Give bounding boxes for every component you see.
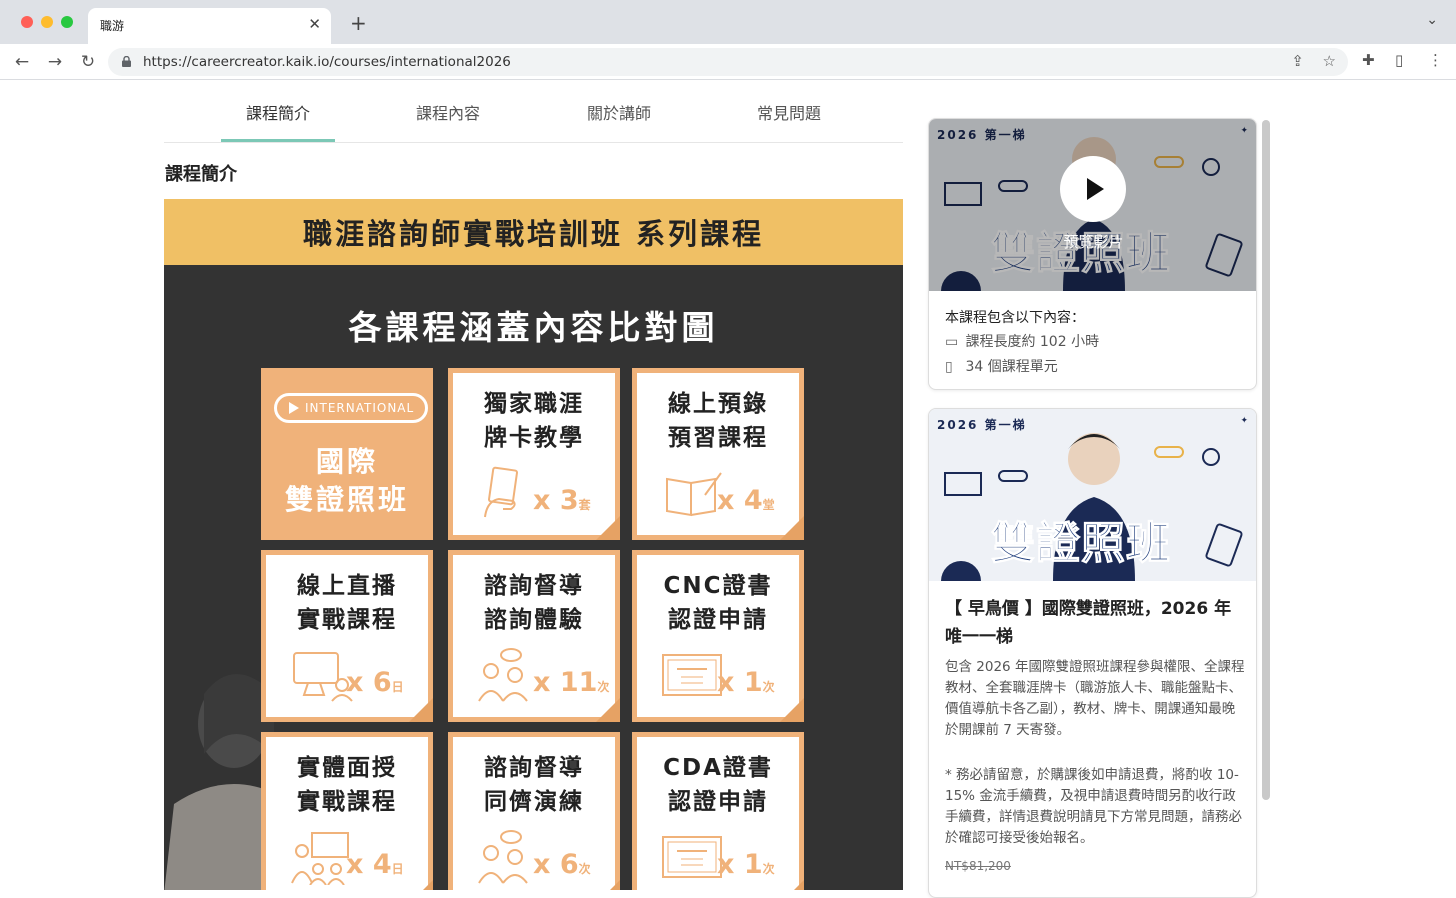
- cell-count: x 4日: [346, 849, 404, 880]
- play-icon: [1087, 178, 1104, 200]
- preview-video-thumbnail[interactable]: 2026 第一梯 ✦ 雙證照班 預覽影片: [929, 119, 1256, 291]
- sidebar-scrollbar[interactable]: [1262, 120, 1270, 800]
- tab-course-content[interactable]: 課程內容: [391, 100, 505, 124]
- includes-heading: 本課程包含以下內容：: [945, 310, 1085, 326]
- product-thumbnail[interactable]: 2026 第一梯 ✦ 雙證照班: [929, 409, 1256, 581]
- classroom-icon: [291, 832, 349, 885]
- original-price: NT$81,200: [945, 859, 1011, 873]
- side-panel-icon[interactable]: ▯: [1395, 51, 1403, 69]
- live-screen-icon: [293, 652, 353, 702]
- cell-title: 諮詢督導 同儕演練: [484, 755, 584, 815]
- include-item-units: ▯ 34 個課程單元: [945, 359, 1058, 375]
- grid-cell: CDA證書 認證申請 x 1次: [632, 732, 804, 890]
- grid-cell: 線上直播 實戰課程 x 6日: [261, 550, 433, 722]
- course-tab-nav: 課程簡介 課程內容 關於講師 常見問題: [164, 80, 903, 143]
- people-chat-icon: [478, 830, 528, 884]
- cell-count: x 6次: [533, 849, 591, 880]
- banner-header: 職涯諮詢師實戰培訓班 系列課程: [302, 217, 765, 251]
- include-item-duration: ▭ 課程長度約 102 小時: [945, 334, 1100, 350]
- cell-count: x 6日: [346, 667, 404, 698]
- cell-title: 線上直播 實戰課程: [297, 573, 397, 633]
- play-button[interactable]: [1060, 156, 1126, 222]
- product-title[interactable]: 【 早鳥價 】國際雙證照班，2026 年唯一一梯: [945, 595, 1245, 651]
- section-title: 課程簡介: [165, 164, 237, 185]
- tab-close-icon[interactable]: ✕: [308, 15, 321, 33]
- browser-toolbar: ← → ↻ https://careercreator.kaik.io/cour…: [0, 44, 1456, 80]
- tab-about-instructor[interactable]: 關於講師: [562, 100, 676, 124]
- product-card: 2026 第一梯 ✦ 雙證照班 【 早鳥價 】國際雙證照班，2026 年唯一一梯…: [928, 408, 1257, 898]
- cell-count: x 1次: [717, 849, 775, 880]
- banner-subtitle: 各課程涵蓋內容比對圖: [348, 308, 719, 347]
- cell-title: CDA證書 認證申請: [663, 755, 773, 815]
- cell-title: 實體面授 實戰課程: [297, 755, 397, 815]
- banner-header-strip: 職涯諮詢師實戰培訓班 系列課程: [164, 199, 903, 265]
- grid-cell: 實體面授 實戰課程 x 4日: [261, 732, 433, 890]
- share-icon[interactable]: ⇪: [1291, 52, 1304, 70]
- preview-video-label: 預覽影片: [1063, 233, 1124, 251]
- more-menu-icon[interactable]: ⋮: [1428, 51, 1443, 69]
- window-close-dot[interactable]: [21, 16, 33, 28]
- thumbnail-title: 雙證照班: [991, 518, 1171, 570]
- corner-fold: [780, 880, 804, 890]
- browser-tab-strip: 職游 ✕ + ⌄: [0, 0, 1456, 44]
- grid-cell: CNC證書 認證申請 x 1次: [632, 550, 804, 722]
- tab-list-chevron-icon[interactable]: ⌄: [1426, 12, 1438, 28]
- cell-count: x 11次: [533, 667, 610, 698]
- international-title: 國際 雙證照班: [284, 445, 409, 516]
- corner-fold: [596, 516, 620, 540]
- certificate-icon: [662, 836, 722, 878]
- grid-cell: 諮詢督導 諮詢體驗 x 11次: [448, 550, 620, 722]
- url-text: https://careercreator.kaik.io/courses/in…: [143, 54, 511, 70]
- bookmark-star-icon[interactable]: ☆: [1323, 52, 1336, 70]
- browser-tab-title: 職游: [100, 19, 125, 33]
- grid-cell: 線上預錄 預習課程 x 4堂: [632, 368, 804, 540]
- product-description: 包含 2026 年國際雙證照班課程參與權限、全課程教材、全套職涯牌卡（職游旅人卡…: [945, 659, 1245, 738]
- course-comparison-banner: 職涯諮詢師實戰培訓班 系列課程 各課程涵蓋內容比對圖 INTERNATIONAL…: [164, 199, 903, 890]
- window-zoom-dot[interactable]: [61, 16, 73, 28]
- card-hand-icon: [484, 466, 518, 518]
- international-pill: INTERNATIONAL: [274, 393, 428, 423]
- active-tab-indicator: [221, 139, 335, 142]
- reload-icon[interactable]: ↻: [76, 50, 100, 74]
- video-icon: ▭: [945, 334, 959, 350]
- cell-title: 諮詢督導 諮詢體驗: [484, 573, 584, 633]
- extensions-icon[interactable]: ✚: [1362, 51, 1375, 69]
- corner-fold: [409, 698, 433, 722]
- people-chat-icon: [478, 648, 528, 702]
- window-minimize-dot[interactable]: [41, 16, 53, 28]
- book-pen-icon: [666, 472, 722, 517]
- corner-fold: [780, 698, 804, 722]
- refund-note: * 務必請留意，於購課後如申請退費，將酌收 10-15% 金流手續費，及視申請退…: [945, 767, 1242, 846]
- grid-cell-international: INTERNATIONAL 國際 雙證照班: [261, 368, 433, 540]
- tab-course-intro[interactable]: 課程簡介: [221, 100, 335, 124]
- grid-cell: 獨家職涯 牌卡教學 x 3套: [448, 368, 620, 540]
- grid-cell: 諮詢督導 同儕演練 x 6次: [448, 732, 620, 890]
- cell-count: x 1次: [717, 667, 775, 698]
- certificate-icon: [662, 654, 722, 696]
- forward-arrow-icon[interactable]: →: [43, 50, 67, 74]
- corner-fold: [780, 516, 804, 540]
- corner-fold: [409, 880, 433, 890]
- play-icon: [289, 402, 299, 414]
- corner-fold: [596, 698, 620, 722]
- corner-fold: [596, 880, 620, 890]
- cell-title: CNC證書 認證申請: [663, 573, 773, 633]
- cell-count: x 3套: [533, 485, 591, 516]
- cell-title: 獨家職涯 牌卡教學: [484, 391, 584, 451]
- back-arrow-icon[interactable]: ←: [10, 50, 34, 74]
- lock-icon: [122, 56, 131, 67]
- course-preview-card: 2026 第一梯 ✦ 雙證照班 預覽影片 本課程包含以下內容： ▭ 課程長度約 …: [928, 118, 1257, 390]
- browser-tab[interactable]: 職游 ✕: [88, 8, 331, 44]
- cell-title: 線上預錄 預習課程: [668, 391, 768, 451]
- new-tab-icon[interactable]: +: [350, 11, 367, 35]
- cell-count: x 4堂: [717, 485, 775, 516]
- tab-faq[interactable]: 常見問題: [732, 100, 846, 124]
- address-bar[interactable]: https://careercreator.kaik.io/courses/in…: [108, 48, 1348, 76]
- file-icon: ▯: [945, 359, 953, 375]
